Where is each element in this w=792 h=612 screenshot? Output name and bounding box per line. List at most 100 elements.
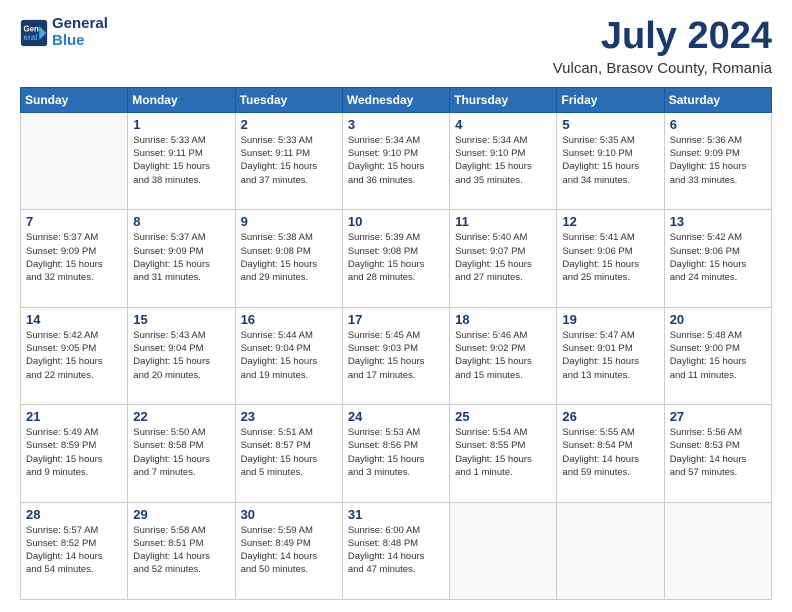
day-info: Sunrise: 5:50 AMSunset: 8:58 PMDaylight:… [133,426,229,479]
daylight-text-line1: Daylight: 15 hours [26,258,122,271]
daylight-text-line1: Daylight: 15 hours [133,258,229,271]
day-info: Sunrise: 5:39 AMSunset: 9:08 PMDaylight:… [348,231,444,284]
calendar-cell: 11Sunrise: 5:40 AMSunset: 9:07 PMDayligh… [450,210,557,307]
calendar-cell: 8 Sunrise: 5:37 AMSunset: 9:09 PMDaylight… [128,210,235,307]
sunrise-text: Sunrise: 5:37 AM [26,231,122,244]
daylight-text-line2: and 34 minutes. [562,174,658,187]
day-info: Sunrise: 5:46 AMSunset: 9:02 PMDaylight:… [455,329,551,382]
day-number: 8 [133,214,229,229]
day-info: Sunrise: 5:57 AMSunset: 8:52 PMDaylight:… [26,524,122,577]
sunset-text: Sunset: 8:54 PM [562,439,658,452]
daylight-text-line2: and 50 minutes. [241,563,337,576]
daylight-text-line1: Daylight: 14 hours [26,550,122,563]
sunset-text: Sunset: 8:55 PM [455,439,551,452]
sunset-text: Sunset: 8:49 PM [241,537,337,550]
daylight-text-line2: and 27 minutes. [455,271,551,284]
calendar-cell: 7Sunrise: 5:37 AMSunset: 9:09 PMDaylight… [21,210,128,307]
sunrise-text: Sunrise: 5:40 AM [455,231,551,244]
calendar-cell [664,502,771,599]
logo-blue-text: Blue [52,33,108,50]
daylight-text-line1: Daylight: 14 hours [562,453,658,466]
day-number: 25 [455,409,551,424]
sunrise-text: Sunrise: 5:53 AM [348,426,444,439]
calendar-cell: 16Sunrise: 5:44 AMSunset: 9:04 PMDayligh… [235,307,342,404]
calendar-cell: 24Sunrise: 5:53 AMSunset: 8:56 PMDayligh… [342,405,449,502]
daylight-text-line2: and 9 minutes. [26,466,122,479]
daylight-text-line2: and 19 minutes. [241,369,337,382]
daylight-text-line2: and 33 minutes. [670,174,766,187]
calendar-cell: 25Sunrise: 5:54 AMSunset: 8:55 PMDayligh… [450,405,557,502]
sunrise-text: Sunrise: 5:55 AM [562,426,658,439]
day-number: 31 [348,507,444,522]
day-number: 7 [26,214,122,229]
sunrise-text: Sunrise: 5:34 AM [455,134,551,147]
sunset-text: Sunset: 9:11 PM [133,147,229,160]
logo-general-text: General [52,16,108,33]
sunset-text: Sunset: 8:58 PM [133,439,229,452]
page: Gen- eral General Blue July 2024 Vulcan,… [0,0,792,612]
calendar-cell: 29Sunrise: 5:58 AMSunset: 8:51 PMDayligh… [128,502,235,599]
sunset-text: Sunset: 9:02 PM [455,342,551,355]
sunset-text: Sunset: 9:07 PM [455,245,551,258]
day-number: 30 [241,507,337,522]
calendar-week-row: 21Sunrise: 5:49 AMSunset: 8:59 PMDayligh… [21,405,772,502]
calendar-cell: 22Sunrise: 5:50 AMSunset: 8:58 PMDayligh… [128,405,235,502]
day-info: Sunrise: 5:33 AMSunset: 9:11 PMDaylight:… [241,134,337,187]
day-info: Sunrise: 5:48 AMSunset: 9:00 PMDaylight:… [670,329,766,382]
daylight-text-line2: and 59 minutes. [562,466,658,479]
sunrise-text: Sunrise: 5:42 AM [26,329,122,342]
day-info: Sunrise: 5:47 AMSunset: 9:01 PMDaylight:… [562,329,658,382]
calendar-cell: 23Sunrise: 5:51 AMSunset: 8:57 PMDayligh… [235,405,342,502]
daylight-text-line1: Daylight: 15 hours [455,258,551,271]
day-number: 26 [562,409,658,424]
calendar-week-row: 28Sunrise: 5:57 AMSunset: 8:52 PMDayligh… [21,502,772,599]
weekday-header: Friday [557,87,664,112]
daylight-text-line2: and 13 minutes. [562,369,658,382]
day-info: Sunrise: 5:37 AMSunset: 9:09 PMDaylight:… [133,231,229,284]
sunrise-text: Sunrise: 5:58 AM [133,524,229,537]
daylight-text-line2: and 24 minutes. [670,271,766,284]
sunset-text: Sunset: 8:57 PM [241,439,337,452]
sunset-text: Sunset: 8:56 PM [348,439,444,452]
day-number: 10 [348,214,444,229]
sunset-text: Sunset: 9:09 PM [670,147,766,160]
calendar-cell: 26 Sunrise: 5:55 AMSunset: 8:54 PMDayligh… [557,405,664,502]
daylight-text-line1: Daylight: 15 hours [348,258,444,271]
day-info: Sunrise: 5:40 AMSunset: 9:07 PMDaylight:… [455,231,551,284]
day-info: Sunrise: 5:42 AMSunset: 9:06 PMDaylight:… [670,231,766,284]
day-number: 21 [26,409,122,424]
day-number: 16 [241,312,337,327]
sunrise-text: Sunrise: 5:33 AM [133,134,229,147]
daylight-text-line1: Daylight: 15 hours [241,258,337,271]
sunrise-text: Sunrise: 5:56 AM [670,426,766,439]
daylight-text-line1: Daylight: 15 hours [455,355,551,368]
calendar-cell [450,502,557,599]
day-info: Sunrise: 6:00 AMSunset: 8:48 PMDaylight:… [348,524,444,577]
sunrise-text: Sunrise: 5:38 AM [241,231,337,244]
logo-icon: Gen- eral [20,19,48,47]
day-number: 20 [670,312,766,327]
calendar-cell: 12Sunrise: 5:41 AMSunset: 9:06 PMDayligh… [557,210,664,307]
daylight-text-line2: and 38 minutes. [133,174,229,187]
day-info: Sunrise: 5:41 AMSunset: 9:06 PMDaylight:… [562,231,658,284]
calendar-table: SundayMondayTuesdayWednesdayThursdayFrid… [20,87,772,600]
calendar-cell: 10 Sunrise: 5:39 AMSunset: 9:08 PMDayligh… [342,210,449,307]
calendar-cell: 17 Sunrise: 5:45 AMSunset: 9:03 PMDayligh… [342,307,449,404]
calendar-cell [21,112,128,209]
daylight-text-line2: and 54 minutes. [26,563,122,576]
calendar-cell: 4Sunrise: 5:34 AMSunset: 9:10 PMDaylight… [450,112,557,209]
daylight-text-line2: and 11 minutes. [670,369,766,382]
sunrise-text: Sunrise: 6:00 AM [348,524,444,537]
sunrise-text: Sunrise: 5:48 AM [670,329,766,342]
sunset-text: Sunset: 9:00 PM [670,342,766,355]
weekday-header: Sunday [21,87,128,112]
daylight-text-line1: Daylight: 15 hours [670,355,766,368]
day-number: 17 [348,312,444,327]
calendar-cell: 20 Sunrise: 5:48 AMSunset: 9:00 PMDayligh… [664,307,771,404]
sunrise-text: Sunrise: 5:46 AM [455,329,551,342]
header: Gen- eral General Blue July 2024 Vulcan,… [20,16,772,77]
day-info: Sunrise: 5:45 AMSunset: 9:03 PMDaylight:… [348,329,444,382]
day-info: Sunrise: 5:38 AMSunset: 9:08 PMDaylight:… [241,231,337,284]
daylight-text-line1: Daylight: 15 hours [133,160,229,173]
daylight-text-line1: Daylight: 15 hours [348,453,444,466]
